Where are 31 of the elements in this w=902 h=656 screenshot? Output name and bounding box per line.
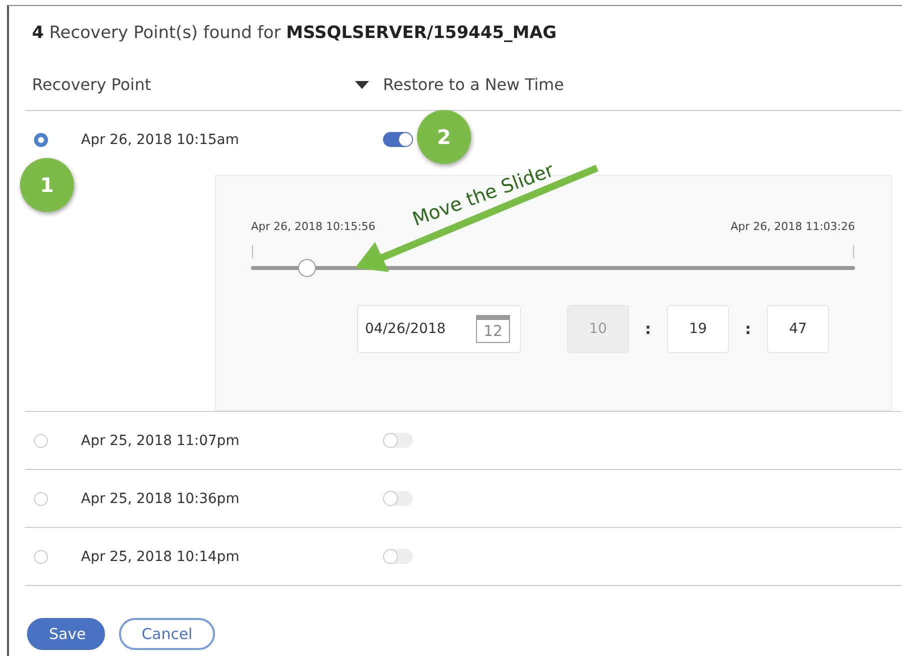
second-field[interactable]: 47: [767, 305, 829, 353]
time-separator: :: [744, 320, 752, 338]
slider-thumb[interactable]: [298, 259, 316, 277]
recovery-time: Apr 25, 2018 10:14pm: [81, 548, 240, 564]
recovery-time: Apr 25, 2018 10:36pm: [81, 490, 240, 506]
save-button[interactable]: Save: [27, 618, 105, 650]
toggle-switch[interactable]: [383, 433, 413, 448]
step-badge: 2: [417, 110, 471, 164]
calendar-icon[interactable]: 12: [476, 315, 510, 343]
range-start-label: Apr 26, 2018 10:15:56: [251, 220, 376, 235]
dialog-title: 4 Recovery Point(s) found for MSSQLSERVER/159445_MAG: [31, 22, 558, 45]
column-header: Recovery Point: [32, 75, 151, 94]
sort-caret-icon[interactable]: [355, 80, 369, 88]
slider-track[interactable]: [251, 266, 855, 270]
recovery-time: Apr 26, 2018 10:15am: [81, 132, 240, 148]
radio-button[interactable]: [34, 132, 48, 146]
step-badge: 1: [20, 158, 74, 212]
toggle-switch[interactable]: [383, 491, 413, 506]
radio-button[interactable]: [34, 550, 48, 564]
time-separator: :: [644, 320, 652, 338]
minute-field[interactable]: 19: [667, 305, 729, 353]
date-field[interactable]: 04/26/2018 12: [357, 305, 521, 353]
recovery-time: Apr 25, 2018 11:07pm: [81, 432, 240, 448]
radio-button[interactable]: [34, 434, 48, 448]
cancel-button[interactable]: Cancel: [119, 618, 215, 650]
toggle-switch[interactable]: [383, 549, 413, 564]
radio-button[interactable]: [34, 492, 48, 506]
hour-field: 10: [567, 305, 629, 353]
range-end-label: Apr 26, 2018 11:03:26: [730, 220, 855, 235]
toggle-switch[interactable]: [383, 132, 413, 147]
column-header: Restore to a New Time: [383, 75, 564, 94]
